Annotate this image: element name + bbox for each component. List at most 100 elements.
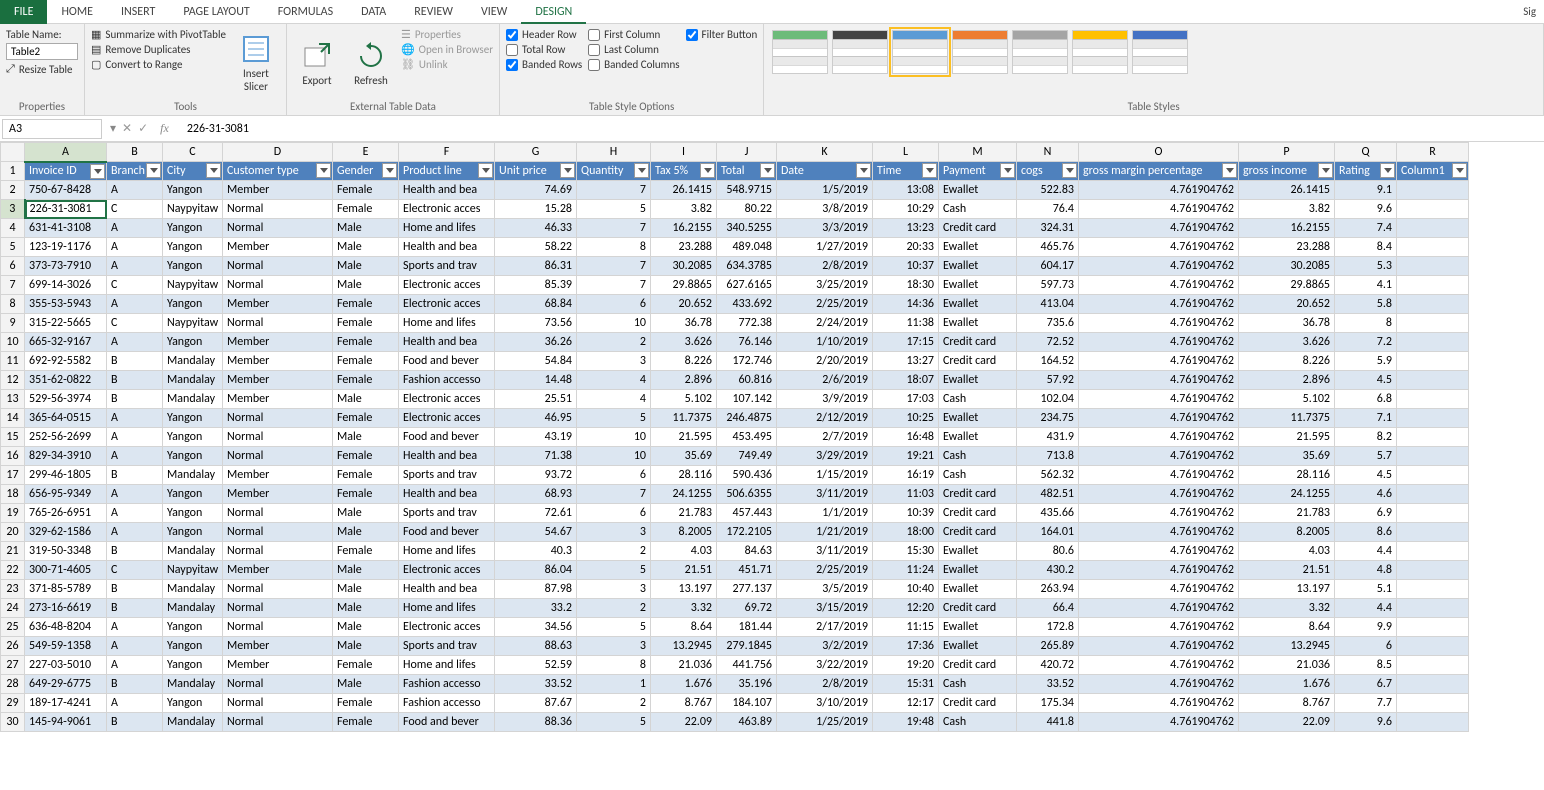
cell-M6[interactable]: Ewallet	[939, 257, 1017, 276]
table-header-time[interactable]: Time	[873, 162, 939, 181]
cell-O23[interactable]: 4.761904762	[1079, 580, 1239, 599]
cell-F6[interactable]: Sports and trav	[399, 257, 495, 276]
cell-D10[interactable]: Member	[223, 333, 333, 352]
cell-Q25[interactable]: 9.9	[1335, 618, 1397, 637]
cell-O7[interactable]: 4.761904762	[1079, 276, 1239, 295]
cell-B9[interactable]: C	[107, 314, 163, 333]
cell-O22[interactable]: 4.761904762	[1079, 561, 1239, 580]
cell-I10[interactable]: 3.626	[651, 333, 717, 352]
cell-E25[interactable]: Male	[333, 618, 399, 637]
filter-icon[interactable]	[316, 163, 331, 178]
cell-C21[interactable]: Mandalay	[163, 542, 223, 561]
cell-L16[interactable]: 19:21	[873, 447, 939, 466]
cell-D14[interactable]: Normal	[223, 409, 333, 428]
table-header-total[interactable]: Total	[717, 162, 777, 181]
cell-J13[interactable]: 107.142	[717, 390, 777, 409]
cell-B7[interactable]: C	[107, 276, 163, 295]
cell-M7[interactable]: Ewallet	[939, 276, 1017, 295]
cell-E7[interactable]: Male	[333, 276, 399, 295]
cell-K9[interactable]: 2/24/2019	[777, 314, 873, 333]
ribbon-tab-view[interactable]: VIEW	[467, 0, 521, 24]
cell-G15[interactable]: 43.19	[495, 428, 577, 447]
filter-icon[interactable]	[382, 163, 397, 178]
cell-H7[interactable]: 7	[577, 276, 651, 295]
cell-F11[interactable]: Food and bever	[399, 352, 495, 371]
cell-O14[interactable]: 4.761904762	[1079, 409, 1239, 428]
cell-M14[interactable]: Ewallet	[939, 409, 1017, 428]
cell-C24[interactable]: Mandalay	[163, 599, 223, 618]
col-header-A[interactable]: A	[25, 143, 107, 162]
row-header-21[interactable]: 21	[1, 542, 25, 561]
cell-P20[interactable]: 8.2005	[1239, 523, 1335, 542]
cell-M11[interactable]: Credit card	[939, 352, 1017, 371]
cell-A28[interactable]: 649-29-6775	[25, 675, 107, 694]
cell-C16[interactable]: Yangon	[163, 447, 223, 466]
cell-I20[interactable]: 8.2005	[651, 523, 717, 542]
cell-G17[interactable]: 93.72	[495, 466, 577, 485]
cell-P28[interactable]: 1.676	[1239, 675, 1335, 694]
cell-H17[interactable]: 6	[577, 466, 651, 485]
cell-I29[interactable]: 8.767	[651, 694, 717, 713]
cell-K12[interactable]: 2/6/2019	[777, 371, 873, 390]
cell-O17[interactable]: 4.761904762	[1079, 466, 1239, 485]
cell-D2[interactable]: Member	[223, 181, 333, 200]
cell-G27[interactable]: 52.59	[495, 656, 577, 675]
cell-A8[interactable]: 355-53-5943	[25, 295, 107, 314]
cell-Q16[interactable]: 5.7	[1335, 447, 1397, 466]
cell-J23[interactable]: 277.137	[717, 580, 777, 599]
cell-B22[interactable]: C	[107, 561, 163, 580]
cell-R11[interactable]	[1397, 352, 1469, 371]
row-header-4[interactable]: 4	[1, 219, 25, 238]
filter-icon[interactable]	[478, 163, 493, 178]
col-header-B[interactable]: B	[107, 143, 163, 162]
cell-D25[interactable]: Normal	[223, 618, 333, 637]
cell-J27[interactable]: 441.756	[717, 656, 777, 675]
cell-B8[interactable]: A	[107, 295, 163, 314]
remove-duplicates-button[interactable]: ▤Remove Duplicates	[91, 43, 226, 56]
cell-I23[interactable]: 13.197	[651, 580, 717, 599]
cell-I4[interactable]: 16.2155	[651, 219, 717, 238]
cell-R3[interactable]	[1397, 200, 1469, 219]
cell-N21[interactable]: 80.6	[1017, 542, 1079, 561]
cell-P30[interactable]: 22.09	[1239, 713, 1335, 732]
cell-K6[interactable]: 2/8/2019	[777, 257, 873, 276]
resize-table-button[interactable]: ⤢Resize Table	[6, 62, 78, 76]
cell-F18[interactable]: Health and bea	[399, 485, 495, 504]
row-header-7[interactable]: 7	[1, 276, 25, 295]
checkbox-first_col[interactable]	[588, 29, 600, 41]
cell-C29[interactable]: Yangon	[163, 694, 223, 713]
cell-H27[interactable]: 8	[577, 656, 651, 675]
cell-J3[interactable]: 80.22	[717, 200, 777, 219]
cell-M21[interactable]: Ewallet	[939, 542, 1017, 561]
cell-M8[interactable]: Ewallet	[939, 295, 1017, 314]
cell-P19[interactable]: 21.783	[1239, 504, 1335, 523]
cell-A6[interactable]: 373-73-7910	[25, 257, 107, 276]
cell-O28[interactable]: 4.761904762	[1079, 675, 1239, 694]
col-header-J[interactable]: J	[717, 143, 777, 162]
name-box[interactable]	[2, 119, 102, 139]
col-header-P[interactable]: P	[1239, 143, 1335, 162]
cell-J8[interactable]: 433.692	[717, 295, 777, 314]
cell-G28[interactable]: 33.52	[495, 675, 577, 694]
row-header-3[interactable]: 3	[1, 200, 25, 219]
ribbon-tab-file[interactable]: FILE	[0, 0, 47, 24]
cell-J15[interactable]: 453.495	[717, 428, 777, 447]
cell-D16[interactable]: Normal	[223, 447, 333, 466]
export-button[interactable]: Export	[293, 28, 341, 98]
cell-C8[interactable]: Yangon	[163, 295, 223, 314]
cell-C10[interactable]: Yangon	[163, 333, 223, 352]
cell-Q8[interactable]: 5.8	[1335, 295, 1397, 314]
cell-R15[interactable]	[1397, 428, 1469, 447]
cell-P9[interactable]: 36.78	[1239, 314, 1335, 333]
cell-Q23[interactable]: 5.1	[1335, 580, 1397, 599]
cell-A23[interactable]: 371-85-5789	[25, 580, 107, 599]
table-header-cogs[interactable]: cogs	[1017, 162, 1079, 181]
cell-P17[interactable]: 28.116	[1239, 466, 1335, 485]
cell-H4[interactable]: 7	[577, 219, 651, 238]
cell-G2[interactable]: 74.69	[495, 181, 577, 200]
cell-M15[interactable]: Ewallet	[939, 428, 1017, 447]
col-header-M[interactable]: M	[939, 143, 1017, 162]
cell-D11[interactable]: Member	[223, 352, 333, 371]
cell-R28[interactable]	[1397, 675, 1469, 694]
col-header-G[interactable]: G	[495, 143, 577, 162]
